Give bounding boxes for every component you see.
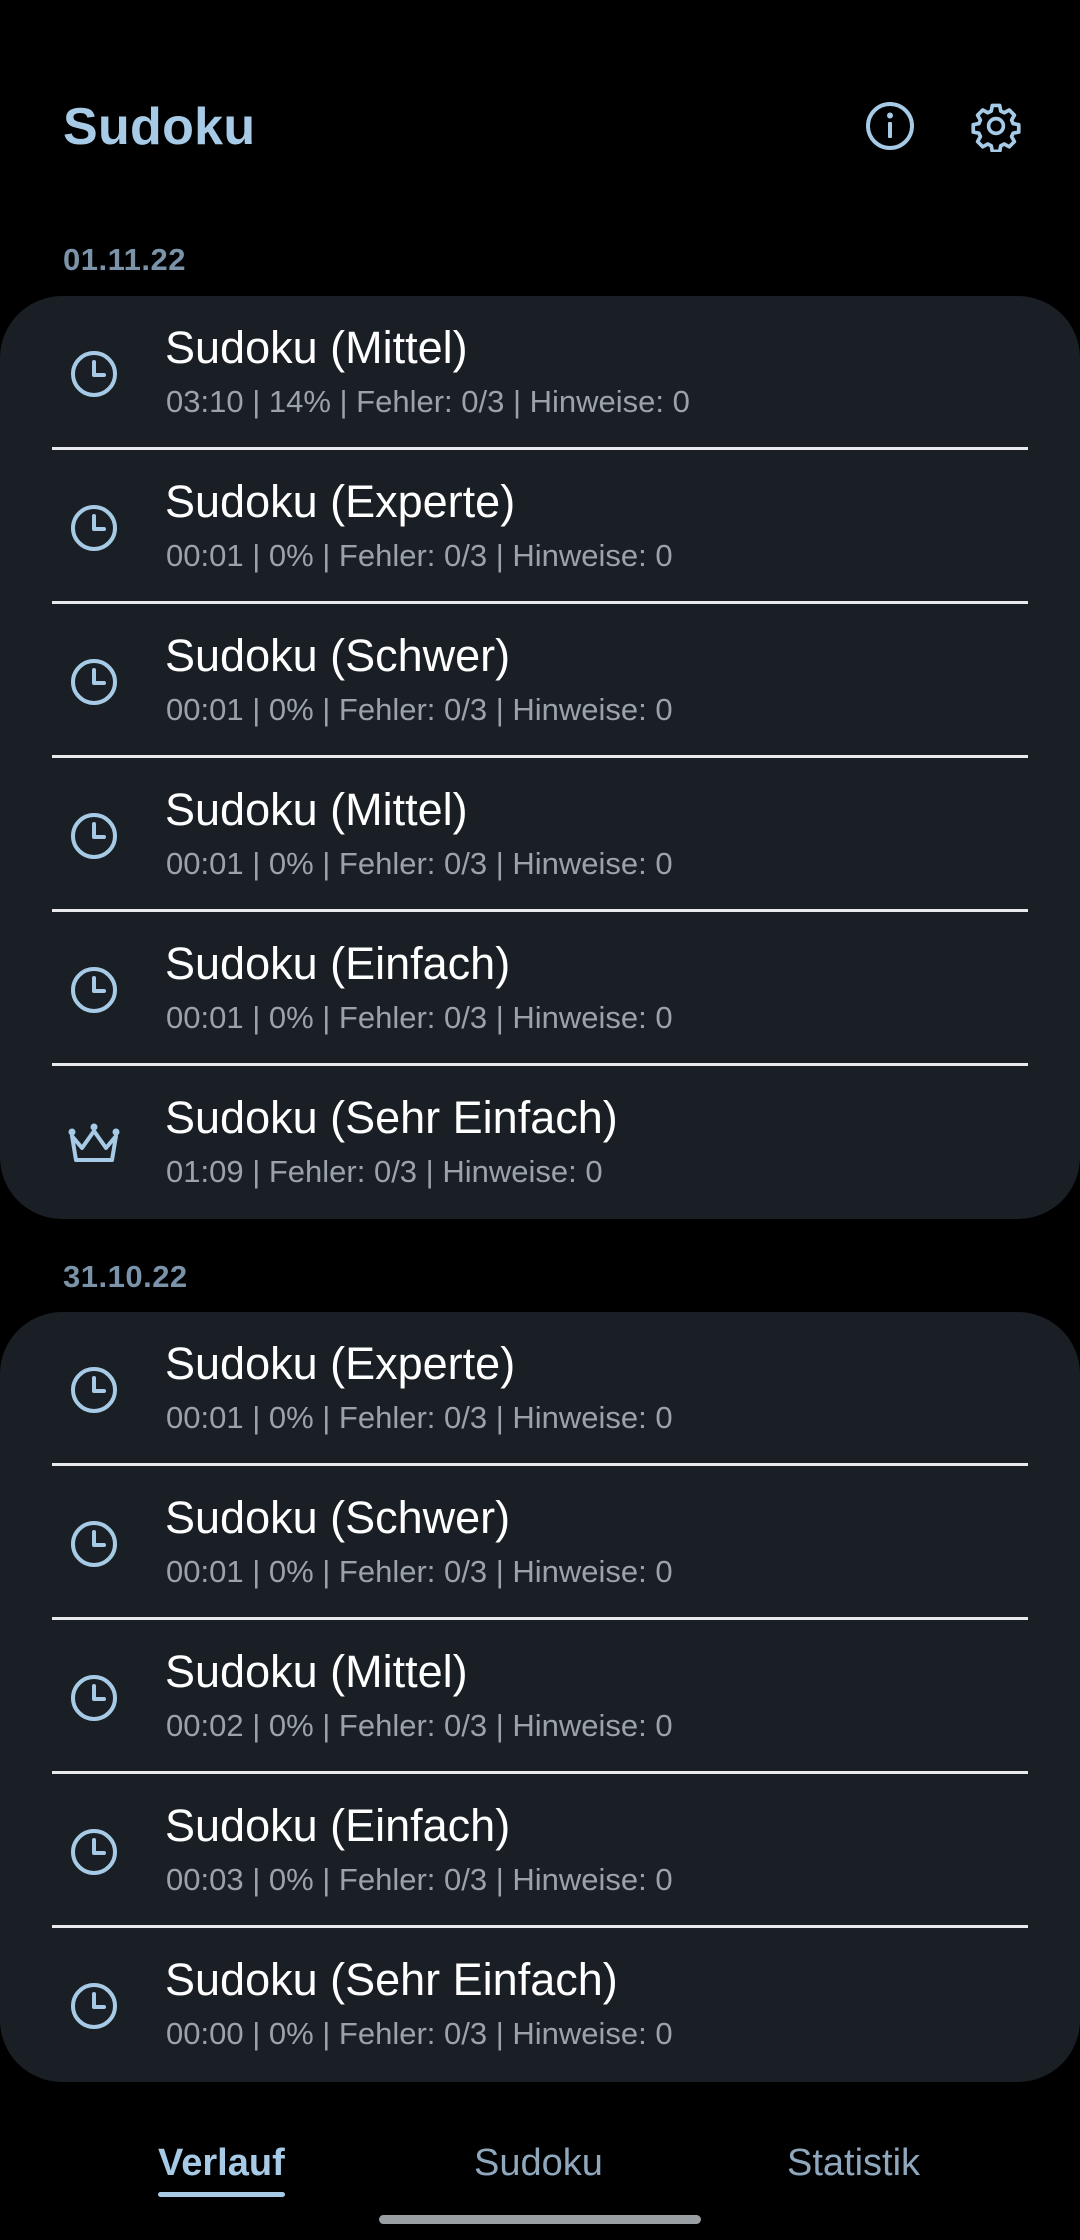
- clock-icon: [64, 1976, 124, 2036]
- bottom-navigation: Verlauf Sudoku Statistik: [0, 2120, 1080, 2200]
- entry-title: Sudoku (Einfach): [165, 938, 511, 989]
- crown-icon: [64, 1114, 124, 1174]
- history-entry[interactable]: Sudoku (Mittel) 00:02 | 0% | Fehler: 0/3…: [0, 1620, 1080, 1774]
- entry-title: Sudoku (Mittel): [165, 1646, 468, 1697]
- history-entry[interactable]: Sudoku (Mittel) 03:10 | 14% | Fehler: 0/…: [0, 296, 1080, 450]
- entry-title: Sudoku (Sehr Einfach): [165, 1954, 618, 2005]
- entry-title: Sudoku (Schwer): [165, 1492, 511, 1543]
- clock-icon: [64, 1514, 124, 1574]
- history-entry[interactable]: Sudoku (Sehr Einfach) 00:00 | 0% | Fehle…: [0, 1928, 1080, 2082]
- history-entry[interactable]: Sudoku (Sehr Einfach) 01:09 | Fehler: 0/…: [0, 1066, 1080, 1219]
- entry-details: 00:02 | 0% | Fehler: 0/3 | Hinweise: 0: [166, 1708, 673, 1743]
- entry-details: 00:01 | 0% | Fehler: 0/3 | Hinweise: 0: [166, 538, 673, 573]
- entry-details: 00:01 | 0% | Fehler: 0/3 | Hinweise: 0: [166, 1400, 673, 1435]
- entry-title: Sudoku (Mittel): [165, 784, 468, 835]
- entry-details: 03:10 | 14% | Fehler: 0/3 | Hinweise: 0: [166, 384, 690, 419]
- history-group: Sudoku (Experte) 00:01 | 0% | Fehler: 0/…: [0, 1312, 1080, 2082]
- entry-title: Sudoku (Schwer): [165, 630, 511, 681]
- clock-icon: [64, 652, 124, 712]
- history-entry[interactable]: Sudoku (Experte) 00:01 | 0% | Fehler: 0/…: [0, 1312, 1080, 1466]
- entry-title: Sudoku (Mittel): [165, 322, 468, 373]
- clock-icon: [64, 806, 124, 866]
- app-title: Sudoku: [63, 98, 256, 156]
- clock-icon: [64, 498, 124, 558]
- info-button[interactable]: [860, 96, 920, 156]
- entry-details: 01:09 | Fehler: 0/3 | Hinweise: 0: [166, 1154, 603, 1189]
- history-group: Sudoku (Mittel) 03:10 | 14% | Fehler: 0/…: [0, 296, 1080, 1219]
- entry-details: 00:01 | 0% | Fehler: 0/3 | Hinweise: 0: [166, 692, 673, 727]
- history-entry[interactable]: Sudoku (Experte) 00:01 | 0% | Fehler: 0/…: [0, 450, 1080, 604]
- settings-button[interactable]: [966, 96, 1026, 156]
- entry-details: 00:01 | 0% | Fehler: 0/3 | Hinweise: 0: [166, 846, 673, 881]
- gear-icon: [971, 103, 1021, 152]
- date-header: 01.11.22: [63, 242, 186, 277]
- info-icon: [866, 102, 914, 150]
- clock-icon: [64, 960, 124, 1020]
- entry-title: Sudoku (Experte): [165, 476, 516, 527]
- history-entry[interactable]: Sudoku (Schwer) 00:01 | 0% | Fehler: 0/3…: [0, 604, 1080, 758]
- date-header: 31.10.22: [63, 1259, 188, 1294]
- history-entry[interactable]: Sudoku (Einfach) 00:03 | 0% | Fehler: 0/…: [0, 1774, 1080, 1928]
- entry-details: 00:00 | 0% | Fehler: 0/3 | Hinweise: 0: [166, 2016, 673, 2051]
- clock-icon: [64, 1668, 124, 1728]
- entry-title: Sudoku (Einfach): [165, 1800, 511, 1851]
- entry-title: Sudoku (Sehr Einfach): [165, 1092, 618, 1143]
- history-entry[interactable]: Sudoku (Mittel) 00:01 | 0% | Fehler: 0/3…: [0, 758, 1080, 912]
- entry-details: 00:01 | 0% | Fehler: 0/3 | Hinweise: 0: [166, 1554, 673, 1589]
- history-entry[interactable]: Sudoku (Schwer) 00:01 | 0% | Fehler: 0/3…: [0, 1466, 1080, 1620]
- home-indicator[interactable]: [379, 2215, 701, 2224]
- active-tab-indicator: [158, 2192, 285, 2197]
- history-entry[interactable]: Sudoku (Einfach) 00:01 | 0% | Fehler: 0/…: [0, 912, 1080, 1066]
- clock-icon: [64, 1822, 124, 1882]
- entry-details: 00:01 | 0% | Fehler: 0/3 | Hinweise: 0: [166, 1000, 673, 1035]
- entry-title: Sudoku (Experte): [165, 1338, 516, 1389]
- clock-icon: [64, 1360, 124, 1420]
- tab-statistics[interactable]: Statistik: [787, 2142, 920, 2185]
- tab-sudoku[interactable]: Sudoku: [474, 2142, 603, 2185]
- clock-icon: [64, 344, 124, 404]
- entry-details: 00:03 | 0% | Fehler: 0/3 | Hinweise: 0: [166, 1862, 673, 1897]
- tab-history[interactable]: Verlauf: [158, 2142, 285, 2185]
